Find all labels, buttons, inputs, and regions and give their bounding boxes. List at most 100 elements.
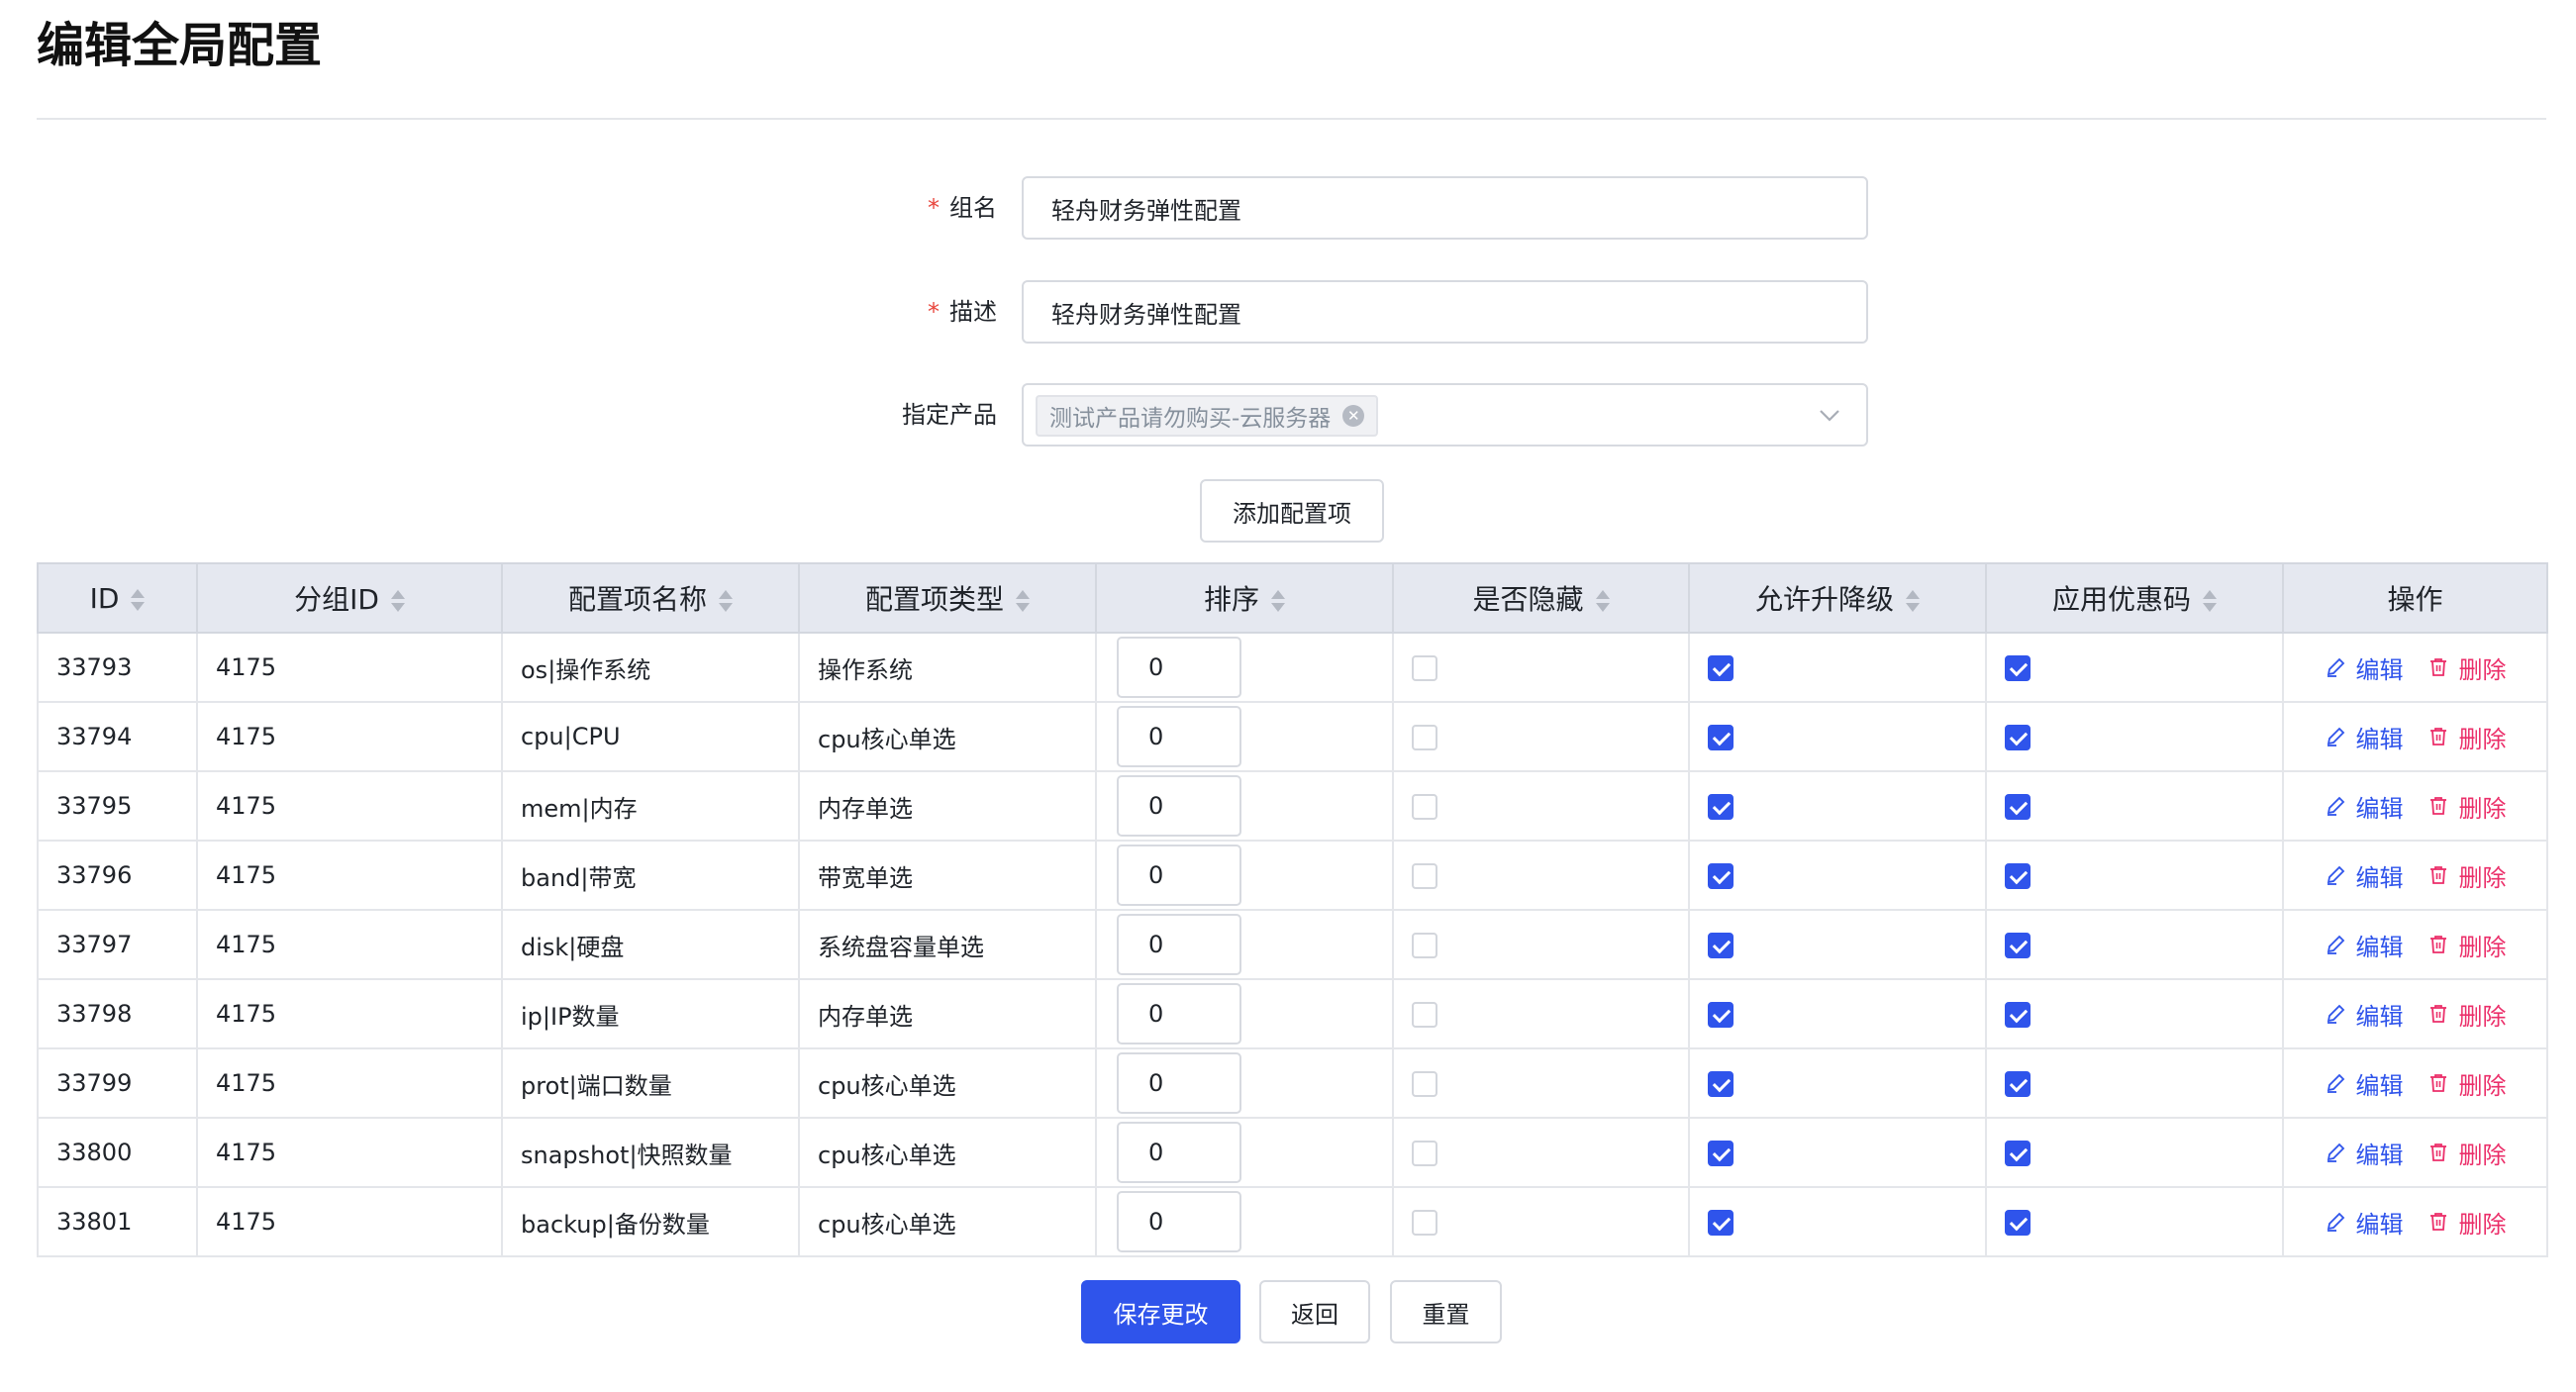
sort-icon[interactable] <box>1595 590 1610 612</box>
edit-button[interactable]: 编辑 <box>2325 1066 2404 1101</box>
coupon-checkbox[interactable] <box>2005 1210 2031 1236</box>
upgrade-checkbox[interactable] <box>1708 933 1734 958</box>
edit-label: 编辑 <box>2355 725 2404 753</box>
tag-close-icon[interactable]: ✕ <box>1342 405 1365 427</box>
hidden-checkbox[interactable] <box>1412 1141 1437 1166</box>
cell-order <box>1095 1117 1394 1188</box>
delete-button[interactable]: 删除 <box>2427 1136 2507 1170</box>
cell-group-id: 4175 <box>196 909 503 980</box>
hidden-checkbox[interactable] <box>1412 1210 1437 1236</box>
edit-icon <box>2327 657 2344 677</box>
cell-id: 33799 <box>37 1047 198 1119</box>
hidden-checkbox[interactable] <box>1412 794 1437 820</box>
sort-icon[interactable] <box>390 590 405 612</box>
column-header-group-id[interactable]: 分组ID <box>196 562 503 634</box>
delete-button[interactable]: 删除 <box>2427 1205 2507 1240</box>
sort-icon[interactable] <box>719 590 733 612</box>
upgrade-checkbox[interactable] <box>1708 1071 1734 1097</box>
edit-button[interactable]: 编辑 <box>2325 720 2404 754</box>
upgrade-checkbox[interactable] <box>1708 863 1734 889</box>
cell-order <box>1095 1047 1394 1119</box>
sort-icon[interactable] <box>131 588 146 611</box>
cell-id: 33800 <box>37 1117 198 1188</box>
edit-icon <box>2327 1073 2344 1093</box>
order-input[interactable] <box>1117 1052 1241 1114</box>
coupon-checkbox[interactable] <box>2005 794 2031 820</box>
delete-button[interactable]: 删除 <box>2427 650 2507 685</box>
column-header-coupon[interactable]: 应用优惠码 <box>1985 562 2284 634</box>
add-config-item-button[interactable]: 添加配置项 <box>1200 479 1384 543</box>
sort-icon[interactable] <box>2203 590 2217 612</box>
product-select[interactable]: 测试产品请勿购买-云服务器 ✕ <box>1022 383 1868 447</box>
hidden-checkbox[interactable] <box>1412 1071 1437 1097</box>
delete-button[interactable]: 删除 <box>2427 720 2507 754</box>
coupon-checkbox[interactable] <box>2005 1141 2031 1166</box>
cell-actions: 编辑 删除 <box>2282 840 2548 911</box>
cell-coupon <box>1985 1186 2284 1257</box>
delete-button[interactable]: 删除 <box>2427 928 2507 962</box>
save-changes-button[interactable]: 保存更改 <box>1081 1280 1240 1343</box>
delete-button[interactable]: 删除 <box>2427 858 2507 893</box>
edit-button[interactable]: 编辑 <box>2325 858 2404 893</box>
hidden-checkbox[interactable] <box>1412 1002 1437 1028</box>
delete-button[interactable]: 删除 <box>2427 789 2507 824</box>
cell-upgrade <box>1688 632 1987 703</box>
delete-button[interactable]: 删除 <box>2427 997 2507 1032</box>
hidden-checkbox[interactable] <box>1412 933 1437 958</box>
cell-hidden <box>1392 909 1690 980</box>
upgrade-checkbox[interactable] <box>1708 1141 1734 1166</box>
cell-coupon <box>1985 909 2284 980</box>
order-input[interactable] <box>1117 775 1241 837</box>
edit-button[interactable]: 编辑 <box>2325 1136 2404 1170</box>
cell-type: 系统盘容量单选 <box>798 909 1097 980</box>
column-header-order[interactable]: 排序 <box>1095 562 1394 634</box>
edit-label: 编辑 <box>2355 1002 2404 1031</box>
order-input[interactable] <box>1117 1191 1241 1252</box>
cell-name: mem|内存 <box>501 770 800 842</box>
upgrade-checkbox[interactable] <box>1708 794 1734 820</box>
order-input[interactable] <box>1117 1122 1241 1183</box>
chevron-down-icon[interactable] <box>1815 400 1844 430</box>
edit-button[interactable]: 编辑 <box>2325 1205 2404 1240</box>
description-input[interactable] <box>1022 280 1868 344</box>
trash-icon <box>2429 1005 2446 1023</box>
order-input[interactable] <box>1117 914 1241 975</box>
column-header-id[interactable]: ID <box>37 562 198 634</box>
coupon-checkbox[interactable] <box>2005 655 2031 681</box>
sort-icon[interactable] <box>1271 590 1285 612</box>
upgrade-checkbox[interactable] <box>1708 725 1734 750</box>
edit-button[interactable]: 编辑 <box>2325 789 2404 824</box>
hidden-checkbox[interactable] <box>1412 655 1437 681</box>
description-label: * 描述 <box>928 298 997 326</box>
reset-button[interactable]: 重置 <box>1390 1280 1502 1343</box>
column-header-name[interactable]: 配置项名称 <box>501 562 800 634</box>
edit-button[interactable]: 编辑 <box>2325 650 2404 685</box>
order-input[interactable] <box>1117 983 1241 1044</box>
sort-icon[interactable] <box>1016 590 1030 612</box>
coupon-checkbox[interactable] <box>2005 725 2031 750</box>
column-header-type[interactable]: 配置项类型 <box>798 562 1097 634</box>
upgrade-checkbox[interactable] <box>1708 1002 1734 1028</box>
group-name-input[interactable] <box>1022 176 1868 240</box>
page-title: 编辑全局配置 <box>37 18 323 73</box>
hidden-checkbox[interactable] <box>1412 725 1437 750</box>
edit-button[interactable]: 编辑 <box>2325 997 2404 1032</box>
column-header-upgrade[interactable]: 允许升降级 <box>1688 562 1987 634</box>
order-input[interactable] <box>1117 845 1241 906</box>
hidden-checkbox[interactable] <box>1412 863 1437 889</box>
upgrade-checkbox[interactable] <box>1708 1210 1734 1236</box>
column-header-hidden[interactable]: 是否隐藏 <box>1392 562 1690 634</box>
delete-label: 删除 <box>2458 1141 2507 1169</box>
coupon-checkbox[interactable] <box>2005 1002 2031 1028</box>
order-input[interactable] <box>1117 637 1241 698</box>
edit-button[interactable]: 编辑 <box>2325 928 2404 962</box>
coupon-checkbox[interactable] <box>2005 863 2031 889</box>
coupon-checkbox[interactable] <box>2005 1071 2031 1097</box>
coupon-checkbox[interactable] <box>2005 933 2031 958</box>
upgrade-checkbox[interactable] <box>1708 655 1734 681</box>
back-button[interactable]: 返回 <box>1259 1280 1370 1343</box>
sort-icon[interactable] <box>1906 590 1920 612</box>
order-input[interactable] <box>1117 706 1241 767</box>
edit-label: 编辑 <box>2355 794 2404 823</box>
delete-button[interactable]: 删除 <box>2427 1066 2507 1101</box>
